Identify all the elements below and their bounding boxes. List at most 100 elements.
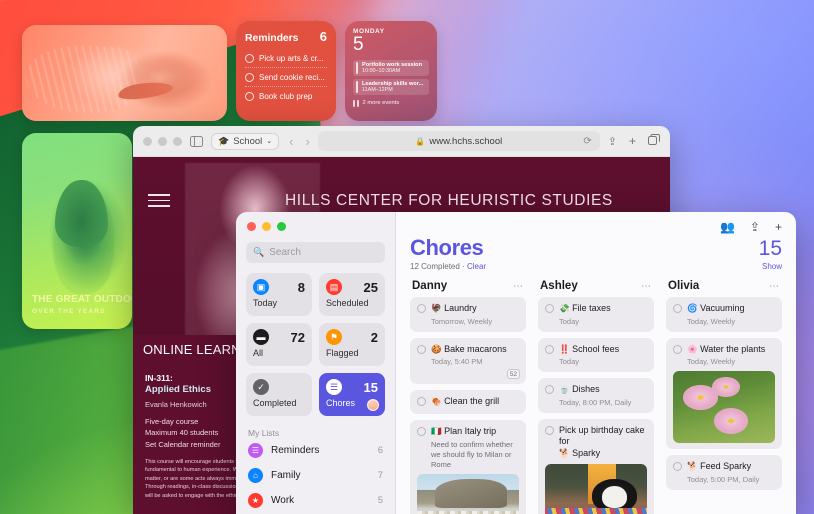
reload-icon[interactable]: ⟳ [583, 136, 591, 147]
task-item[interactable]: 🌸 Water the plants Today, Weekly [666, 337, 782, 450]
smart-list-flagged[interactable]: ⚑ 2 Flagged [319, 323, 385, 366]
task-item[interactable]: ‼️ School fees Today [538, 337, 654, 373]
shared-people-icon[interactable]: 👥 [720, 221, 735, 233]
smart-list-label: All [253, 348, 264, 358]
task-item[interactable]: 🍖 Clean the grill [410, 390, 526, 414]
task-title-cont: Sparky [572, 447, 601, 458]
reminders-widget-item[interactable]: Send cookie reci... [245, 68, 327, 87]
task-item[interactable]: 🌀 Vacuuming Today, Weekly [666, 297, 782, 332]
photo-widget[interactable] [22, 25, 227, 121]
search-input[interactable]: 🔍 Search [246, 242, 385, 263]
zoom-button[interactable] [277, 222, 286, 231]
calendar-widget-event[interactable]: Leadership skills wor... 11AM–12PM [353, 78, 429, 95]
boston-terrier-image [545, 464, 647, 514]
my-lists-header: My Lists [248, 428, 280, 438]
reminders-app-window[interactable]: 🔍 Search ▣ 8 Today ▤ 25 Scheduled ▬ 72 A… [236, 212, 796, 514]
calendar-widget-events: Portfolio work session 10:00–10:30AM Lea… [353, 59, 429, 107]
smart-list-count: 15 [363, 379, 378, 395]
task-checkbox[interactable] [417, 397, 426, 407]
list-item-family[interactable]: ⌂ Family 7 [236, 463, 395, 488]
tab-overview-icon[interactable] [648, 132, 660, 150]
checkbox-circle-icon[interactable] [245, 54, 254, 63]
safari-traffic-lights[interactable] [143, 136, 182, 146]
task-item[interactable]: 🦃 Laundry Tomorrow, Weekly [410, 297, 526, 332]
task-title: Laundry [444, 303, 477, 313]
smart-list-completed[interactable]: ✓ Completed [246, 373, 312, 416]
task-item[interactable]: 🍵 Dishes Today, 8:00 PM, Daily [538, 378, 654, 413]
task-emoji: 🌀 [687, 303, 698, 313]
list-item-reminders[interactable]: ☰ Reminders 6 [236, 438, 395, 463]
task-attachment-photo[interactable] [673, 371, 775, 444]
zoom-button[interactable] [173, 136, 182, 146]
task-checkbox[interactable] [417, 304, 426, 313]
task-checkbox[interactable] [545, 304, 554, 313]
smart-list-scheduled[interactable]: ▤ 25 Scheduled [319, 273, 385, 316]
task-subtitle: Today [559, 316, 580, 326]
calendar-today-icon: ▣ [253, 279, 269, 295]
share-icon[interactable]: ⇪ [750, 221, 760, 233]
smart-list-today[interactable]: ▣ 8 Today [246, 273, 312, 316]
task-checkbox[interactable] [545, 425, 554, 435]
reminders-widget[interactable]: Reminders 6 Pick up arts & cr... Send co… [236, 21, 336, 121]
search-placeholder: Search [269, 247, 301, 258]
reminders-widget-item[interactable]: Pick up arts & cr... [245, 49, 327, 68]
list-label: Work [271, 495, 295, 506]
task-checkbox[interactable] [417, 344, 426, 354]
task-checkbox[interactable] [673, 462, 682, 472]
list-count: 7 [377, 470, 383, 481]
sidebar-icon[interactable] [190, 135, 203, 147]
reminders-traffic-lights[interactable] [236, 212, 395, 231]
checkbox-circle-icon[interactable] [245, 73, 254, 82]
flower-detail [713, 408, 749, 435]
task-checkbox[interactable] [545, 344, 554, 354]
reminders-widget-item[interactable]: Book club prep [245, 87, 327, 105]
poster-subtitle: OVER THE YEARS [32, 308, 106, 315]
share-icon[interactable]: ⇪ [608, 135, 617, 148]
cosmos-flowers-image [673, 371, 775, 444]
task-attachment-photo[interactable] [545, 464, 647, 514]
minimize-button[interactable] [262, 222, 271, 231]
ellipsis-icon[interactable]: ⋯ [769, 281, 780, 292]
address-bar[interactable]: 🔒 www.hchs.school ⟳ [317, 131, 600, 151]
list-icon: ☰ [326, 379, 342, 395]
ellipsis-icon[interactable]: ⋯ [641, 281, 652, 292]
task-checkbox[interactable] [417, 426, 426, 436]
calendar-widget[interactable]: MONDAY 5 Portfolio work session 10:00–10… [345, 21, 437, 121]
list-item-work[interactable]: ★ Work 5 [236, 488, 395, 513]
list-count: 5 [377, 495, 383, 506]
task-checkbox[interactable] [673, 344, 682, 354]
site-menu-icon[interactable] [148, 194, 170, 207]
task-item[interactable]: 🇮🇹 Plan Italy trip Need to confirm wheth… [410, 419, 526, 514]
task-attachment-photo[interactable] [417, 474, 519, 514]
smart-list-all[interactable]: ▬ 72 All [246, 323, 312, 366]
double-bar-icon [353, 99, 359, 107]
smart-list-chores[interactable]: ☰ 15 Chores [319, 373, 385, 416]
house-icon: ⌂ [248, 468, 263, 483]
show-button[interactable]: Show [762, 262, 782, 271]
add-reminder-button[interactable]: + [775, 221, 782, 233]
close-button[interactable] [143, 136, 152, 146]
new-tab-icon[interactable]: + [629, 134, 636, 148]
smart-list-label: Flagged [326, 348, 359, 358]
safari-toolbar: 🎓 School ⌄ ‹ › 🔒 www.hchs.school ⟳ ⇪ + [133, 126, 670, 157]
list-label: Reminders [271, 445, 320, 456]
calendar-widget-more-events[interactable]: 2 more events [353, 99, 429, 107]
task-checkbox[interactable] [673, 304, 682, 313]
clear-button[interactable]: Clear [467, 262, 486, 271]
checkbox-circle-icon[interactable] [245, 92, 254, 101]
task-item[interactable]: 🐕 Feed Sparky Today, 5:00 PM, Daily [666, 455, 782, 490]
back-button[interactable]: ‹ [289, 134, 293, 149]
reminders-widget-item-label: Book club prep [259, 92, 313, 101]
calendar-widget-event[interactable]: Portfolio work session 10:00–10:30AM [353, 59, 429, 76]
task-checkbox[interactable] [545, 385, 554, 395]
close-button[interactable] [247, 222, 256, 231]
calendar-widget-date: 5 [353, 34, 364, 55]
task-item[interactable]: Pick up birthday cake for 🐕 Sparky [538, 418, 654, 514]
tab-group-selector[interactable]: 🎓 School ⌄ [211, 132, 280, 150]
forward-button[interactable]: › [306, 134, 310, 149]
poster-widget[interactable]: THE GREAT OUTDOORS OVER THE YEARS [22, 133, 132, 329]
task-item[interactable]: 🍪 Bake macarons Today, 5:40 PM 52 [410, 337, 526, 385]
ellipsis-icon[interactable]: ⋯ [513, 281, 524, 292]
task-item[interactable]: 💸 File taxes Today [538, 297, 654, 332]
minimize-button[interactable] [158, 136, 167, 146]
